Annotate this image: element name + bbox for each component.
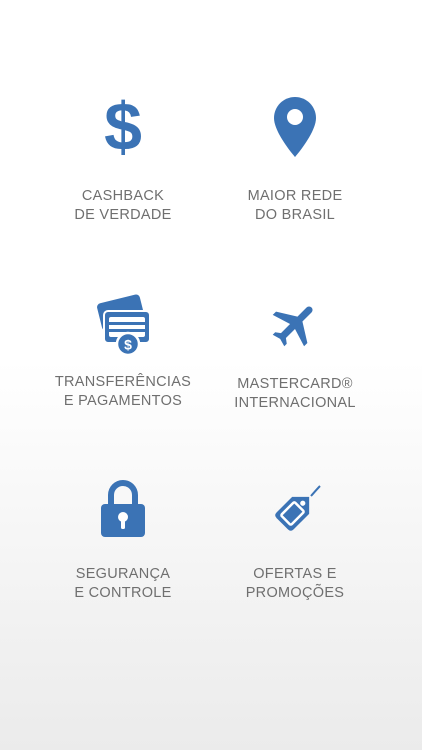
dollar-icon: $ bbox=[105, 96, 141, 158]
feature-mastercard-line1: MASTERCARD® bbox=[237, 376, 353, 392]
feature-cashback-label: CASHBACK DE VERDADE bbox=[33, 187, 213, 225]
lock-icon bbox=[100, 480, 146, 538]
feature-mastercard-label: MASTERCARD® INTERNACIONAL bbox=[205, 375, 385, 413]
feature-seguranca-line1: SEGURANÇA bbox=[75, 566, 171, 582]
feature-maior-rede-line1: MAIOR REDE bbox=[247, 188, 343, 204]
feature-cashback-line1: CASHBACK bbox=[81, 188, 165, 204]
feature-seguranca-label: SEGURANÇA E CONTROLE bbox=[33, 565, 213, 603]
feature-ofertas-line1: OFERTAS E bbox=[253, 566, 337, 582]
feature-cashback-line2: DE VERDADE bbox=[74, 207, 172, 223]
feature-maior-rede-label: MAIOR REDE DO BRASIL bbox=[205, 187, 385, 225]
feature-transferencias-line1: TRANSFERÊNCIAS bbox=[54, 374, 192, 390]
price-tag-icon bbox=[268, 484, 322, 538]
feature-mastercard-line2: INTERNACIONAL bbox=[234, 395, 356, 411]
feature-ofertas-label: OFERTAS E PROMOÇÕES bbox=[205, 565, 385, 603]
feature-transferencias-line2: E PAGAMENTOS bbox=[63, 393, 183, 409]
feature-seguranca-line2: E CONTROLE bbox=[74, 585, 172, 601]
feature-transferencias-label: TRANSFERÊNCIAS E PAGAMENTOS bbox=[33, 373, 213, 411]
map-pin-icon bbox=[273, 96, 317, 158]
card-transfer-icon: $ bbox=[93, 293, 153, 357]
airplane-icon bbox=[267, 296, 323, 352]
feature-ofertas-line2: PROMOÇÕES bbox=[245, 585, 345, 601]
svg-text:$: $ bbox=[124, 337, 132, 353]
feature-maior-rede-line2: DO BRASIL bbox=[254, 207, 336, 223]
svg-text:$: $ bbox=[105, 96, 141, 158]
